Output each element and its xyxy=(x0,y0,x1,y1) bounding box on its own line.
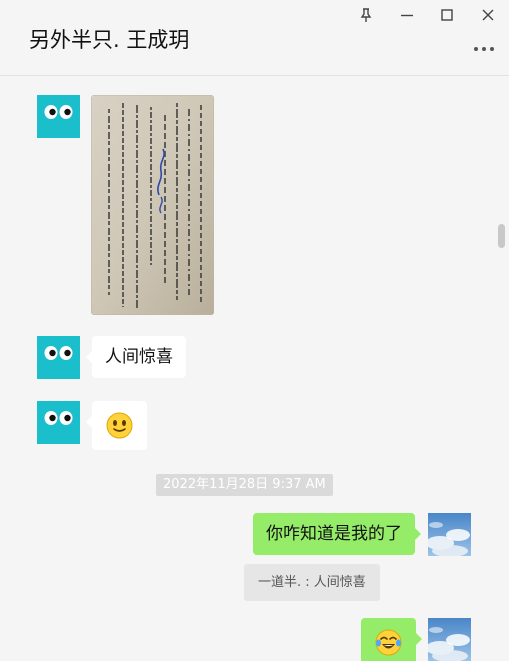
sky-avatar[interactable] xyxy=(428,513,471,556)
eyes-avatar[interactable] xyxy=(37,336,80,379)
pin-icon[interactable] xyxy=(356,6,376,24)
minimize-icon[interactable] xyxy=(397,6,417,24)
laugh-cry-emoji-icon xyxy=(375,629,402,656)
smile-emoji-icon xyxy=(106,412,133,439)
eyes-avatar[interactable] xyxy=(37,401,80,444)
photo-message[interactable] xyxy=(91,95,214,315)
sent-message-bubble[interactable]: 你咋知道是我的了 xyxy=(253,513,421,555)
more-icon[interactable] xyxy=(473,44,495,54)
message-text: 人间惊喜 xyxy=(105,347,173,367)
eyes-avatar[interactable] xyxy=(37,95,80,138)
scrollbar-thumb[interactable] xyxy=(498,224,505,248)
sent-emoji-bubble[interactable] xyxy=(361,618,422,661)
maximize-icon[interactable] xyxy=(437,6,457,24)
received-emoji-bubble[interactable] xyxy=(86,401,147,450)
chat-window: 另外半只. 王成玥 人间惊喜 2022年11月28日 9:37 AM 你咋知道是… xyxy=(0,0,509,661)
quoted-message[interactable]: 一道半. : 人间惊喜 xyxy=(244,564,380,601)
close-icon[interactable] xyxy=(478,6,498,24)
message-text: 你咋知道是我的了 xyxy=(266,524,402,544)
sky-avatar[interactable] xyxy=(428,618,471,661)
chat-header: 另外半只. 王成玥 xyxy=(0,0,509,76)
received-message-bubble[interactable]: 人间惊喜 xyxy=(86,336,186,378)
chat-title: 另外半只. 王成玥 xyxy=(29,28,190,52)
message-timestamp: 2022年11月28日 9:37 AM xyxy=(156,474,333,496)
